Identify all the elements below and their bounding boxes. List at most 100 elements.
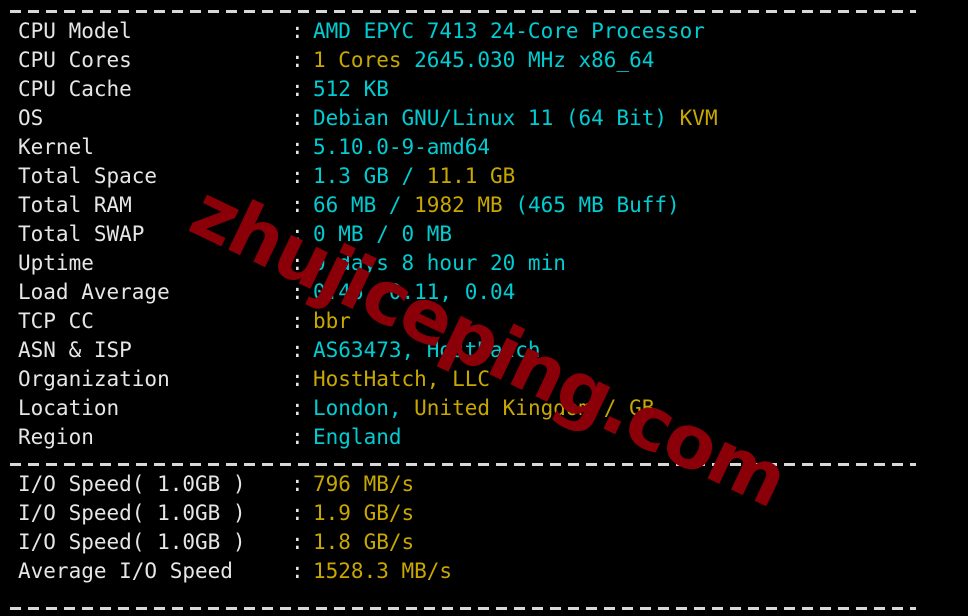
separator-middle [10,463,916,466]
io-speed-value: 796 MB/s [313,470,414,499]
system-info-label: Region [18,425,94,449]
value-segment: London, [313,396,415,420]
value-segment: Debian GNU/Linux 11 (64 Bit) [313,106,680,130]
system-info-label: Location [18,396,120,420]
system-info-value: 512 KB [313,75,389,104]
io-speed-value: 1.9 GB/s [313,499,414,528]
system-info-value: 5.10.0-9-amd64 [313,133,490,162]
system-info-value: 0 MB / 0 MB [313,220,452,249]
system-info-label: CPU Cache [18,77,132,101]
io-speed-value: 1.8 GB/s [313,528,414,557]
row-colon: : [291,106,304,130]
info-row: I/O Speed( 1.0GB ):1.8 GB/s [0,528,968,557]
info-row: ASN & ISP: AS63473, HostHatch [0,336,968,365]
info-row: OS: Debian GNU/Linux 11 (64 Bit) KVM [0,104,968,133]
info-row: Total SWAP:0 MB / 0 MB [0,220,968,249]
value-segment: United Kingdom / GB [414,396,655,420]
value-segment: bbr [313,309,351,333]
system-info-label: Organization [18,367,170,391]
io-speed-label: Average I/O Speed [18,559,233,583]
info-row: Average I/O Speed:1528.3 MB/s [0,557,968,586]
system-info-label: Kernel [18,135,94,159]
system-info-value: HostHatch, LLC [313,365,490,394]
info-row: CPU Cache:512 KB [0,75,968,104]
row-colon: : [291,280,304,304]
value-segment: 66 MB / [313,193,415,217]
io-speed-value: 1528.3 MB/s [313,557,452,586]
system-info-label: Total RAM [18,193,132,217]
value-segment: 1982 MB [414,193,503,217]
row-colon: : [291,48,304,72]
info-row: CPU Cores:1 Cores 2645.030 MHz x86_64 [0,46,968,75]
value-segment: HostHatch, LLC [313,367,491,391]
system-info-value: 1 Cores 2645.030 MHz x86_64 [313,46,654,75]
info-row: I/O Speed( 1.0GB ):796 MB/s [0,470,968,499]
row-colon: : [291,135,304,159]
value-segment: 0 days 8 hour 20 min [313,251,566,275]
system-info-value: London, United Kingdom / GB [313,394,654,423]
row-colon: : [291,77,304,101]
value-segment: (465 MB Buff) [502,193,680,217]
system-info-value: 66 MB / 1982 MB (465 MB Buff) [313,191,680,220]
info-row: Total RAM:66 MB / 1982 MB (465 MB Buff) [0,191,968,220]
value-segment: AMD EPYC 7413 24-Core Processor [313,19,705,43]
row-colon: : [291,251,304,275]
info-row: Location: London, United Kingdom / GB [0,394,968,423]
separator-top [10,10,916,13]
value-segment: KVM [679,106,718,130]
system-info-value: AS63473, HostHatch [313,336,541,365]
row-colon: : [291,530,304,554]
system-info-value: AMD EPYC 7413 24-Core Processor [313,17,705,46]
value-segment: 1 Cores [313,48,402,72]
value-segment: 1.3 GB / [313,164,427,188]
row-colon: : [291,193,304,217]
io-speed-label: I/O Speed( 1.0GB ) [18,472,246,496]
system-info-value: 0 days 8 hour 20 min [313,249,566,278]
row-colon: : [291,367,304,391]
system-info-label: Uptime [18,251,94,275]
row-colon: : [291,19,304,43]
row-colon: : [291,338,304,362]
system-info-value: Debian GNU/Linux 11 (64 Bit) KVM [313,104,718,133]
system-info-value: 1.3 GB / 11.1 GB [313,162,515,191]
system-info-label: OS [18,106,44,130]
row-colon: : [291,396,304,420]
value-segment: 0 MB / 0 MB [313,222,453,246]
terminal-output: CPU Model: AMD EPYC 7413 24-Core Processo… [0,0,968,616]
value-segment: 1.8 GB/s [313,530,415,554]
info-row: Region: England [0,423,968,452]
info-row: Uptime:0 days 8 hour 20 min [0,249,968,278]
system-info-label: Total Space [18,164,158,188]
info-row: I/O Speed( 1.0GB ):1.9 GB/s [0,499,968,528]
row-colon: : [291,425,304,449]
system-info-section: CPU Model: AMD EPYC 7413 24-Core Processo… [0,17,968,452]
system-info-value: bbr [313,307,351,336]
value-segment: AS63473, HostHatch [313,338,541,362]
info-row: CPU Model: AMD EPYC 7413 24-Core Processo… [0,17,968,46]
row-colon: : [291,472,304,496]
value-segment: 2645.030 MHz x86_64 [401,48,655,72]
info-row: Kernel:5.10.0-9-amd64 [0,133,968,162]
value-segment: 1528.3 MB/s [313,559,453,583]
system-info-label: CPU Model [18,19,132,43]
row-colon: : [291,501,304,525]
io-speed-section: I/O Speed( 1.0GB ):796 MB/s I/O Speed( 1.… [0,470,968,586]
info-row: Total Space:1.3 GB / 11.1 GB [0,162,968,191]
value-segment: 1.9 GB/s [313,501,415,525]
system-info-value: England [313,423,402,452]
io-speed-label: I/O Speed( 1.0GB ) [18,501,246,525]
info-row: Load Average:0.46, 0.11, 0.04 [0,278,968,307]
io-speed-label: I/O Speed( 1.0GB ) [18,530,246,554]
row-colon: : [291,164,304,188]
row-colon: : [291,559,304,583]
separator-bottom [10,607,916,610]
system-info-label: CPU Cores [18,48,132,72]
value-segment: 5.10.0-9-amd64 [313,135,491,159]
value-segment: 512 KB [313,77,389,101]
value-segment: 0.46, 0.11, 0.04 [313,280,516,304]
value-segment: England [313,425,402,449]
value-segment: 11.1 GB [426,164,516,188]
system-info-label: TCP CC [18,309,94,333]
value-segment: 796 MB/s [313,472,415,496]
info-row: TCP CC: bbr [0,307,968,336]
